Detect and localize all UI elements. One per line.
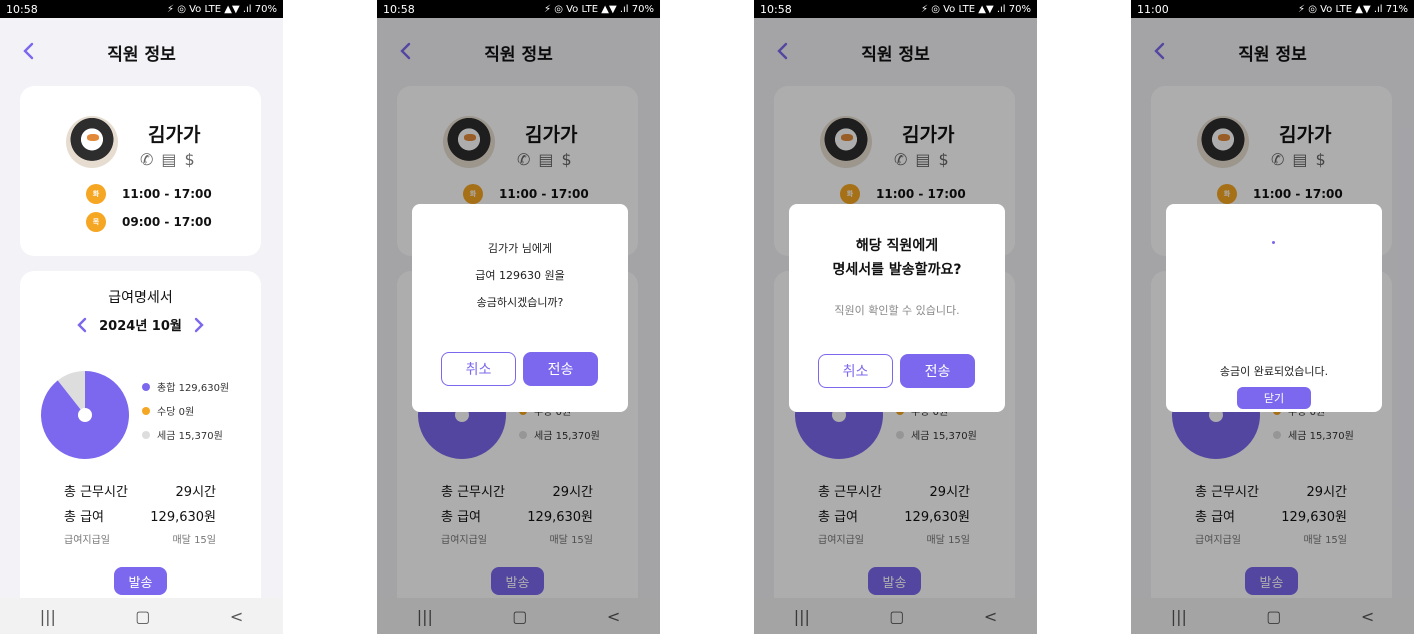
status-bar: 10:58 ⚡ ◎ Vo LTE ▲▼ .ıl 70% <box>754 0 1037 18</box>
total-hours-row: 총 근무시간 29시간 <box>64 481 216 500</box>
dialog-message: 송금이 완료되었습니다. <box>1219 365 1329 378</box>
avatar <box>66 116 118 168</box>
status-time: 10:58 <box>383 2 415 16</box>
employee-name: 김가가 <box>148 124 201 146</box>
status-right: ⚡ ◎ Vo LTE ▲▼ .ıl 70% <box>167 4 277 15</box>
page-title: 직원 정보 <box>107 45 176 65</box>
nav-back-icon[interactable]: < <box>230 607 243 626</box>
row-label: 총 급여 <box>64 510 105 525</box>
transfer-complete-dialog: 송금이 완료되었습니다. 닫기 <box>1166 204 1382 412</box>
dollar-icon[interactable]: $ <box>185 150 195 169</box>
pie-center <box>78 408 92 422</box>
send-payslip-button[interactable]: 발송 <box>114 567 167 595</box>
legend-item: 총합 129,630원 <box>142 379 229 394</box>
status-bar: 10:58 ⚡ ◎ Vo LTE ▲▼ .ıl 70% <box>377 0 660 18</box>
status-time: 10:58 <box>760 2 792 16</box>
status-signals: ⚡ ◎ Vo LTE ▲▼ .ıl <box>921 3 1006 15</box>
legend-dot <box>142 406 150 415</box>
dialog-subtitle: 직원이 확인할 수 있습니다. <box>834 304 960 317</box>
month-selector: 2024년 10월 <box>20 315 261 334</box>
home-icon[interactable]: ▢ <box>135 607 150 626</box>
schedule-row: 화 11:00 - 17:00 <box>86 184 212 204</box>
dialog-title: 해당 직원에게 <box>855 238 939 254</box>
phone-screen: 10:58 ⚡ ◎ Vo LTE ▲▼ .ıl 70% 직원 정보 김가가 ✆ … <box>754 0 1037 634</box>
chart-legend: 총합 129,630원 수당 0원 세금 15,370원 <box>142 379 229 451</box>
legend-dot <box>142 382 150 391</box>
row-label: 급여지급일 <box>64 535 110 546</box>
dialog-line: 급여 129630 원을 <box>475 269 565 282</box>
status-right: ⚡ ◎ Vo LTE ▲▼ .ıl 70% <box>921 4 1031 15</box>
row-value: 129,630원 <box>150 510 216 525</box>
dialog-title: 명세서를 발송할까요? <box>832 262 962 278</box>
phone-icon[interactable]: ✆ <box>140 150 153 169</box>
battery-level: 70% <box>1008 3 1031 15</box>
status-time: 11:00 <box>1137 2 1169 16</box>
cancel-button[interactable]: 취소 <box>441 352 516 386</box>
pay-pie-chart <box>41 371 130 459</box>
prev-month-icon[interactable] <box>75 316 89 334</box>
system-nav-bar: ||| ▢ < <box>0 598 283 634</box>
total-pay-row: 총 급여 129,630원 <box>64 506 216 525</box>
recent-apps-icon[interactable]: ||| <box>40 607 56 626</box>
status-signals: ⚡ ◎ Vo LTE ▲▼ .ıl <box>1298 3 1383 15</box>
row-value: 매달 15일 <box>172 535 216 546</box>
legend-item: 수당 0원 <box>142 403 229 418</box>
loading-indicator <box>1272 241 1275 244</box>
status-right: ⚡ ◎ Vo LTE ▲▼ .ıl 71% <box>1298 4 1408 15</box>
weekday-badge: 화 <box>86 184 106 204</box>
close-button[interactable]: 닫기 <box>1237 387 1311 409</box>
phone-screen: 10:58 ⚡ ◎ Vo LTE ▲▼ .ıl 70% 직원 정보 김가가 ✆ … <box>0 0 283 634</box>
legend-label: 수당 0원 <box>157 407 195 418</box>
battery-level: 70% <box>254 3 277 15</box>
dialog-line: 김가가 님에게 <box>487 242 553 255</box>
cancel-button[interactable]: 취소 <box>818 354 893 388</box>
status-bar: 10:58 ⚡ ◎ Vo LTE ▲▼ .ıl 70% <box>0 0 283 18</box>
weekday-badge: 목 <box>86 212 106 232</box>
row-value: 29시간 <box>175 485 216 500</box>
confirm-send-button[interactable]: 전송 <box>523 352 598 386</box>
message-icon[interactable]: ▤ <box>161 150 176 169</box>
payslip-card: 급여명세서 2024년 10월 총합 129,630원 수당 0원 세금 15,… <box>20 271 261 611</box>
battery-level: 70% <box>631 3 654 15</box>
legend-label: 총합 129,630원 <box>157 383 230 394</box>
phone-screen: 11:00 ⚡ ◎ Vo LTE ▲▼ .ıl 71% 직원 정보 김가가 ✆ … <box>1131 0 1414 634</box>
current-month: 2024년 10월 <box>99 319 182 334</box>
battery-level: 71% <box>1385 3 1408 15</box>
payslip-title: 급여명세서 <box>108 290 173 306</box>
row-label: 총 근무시간 <box>64 485 128 500</box>
schedule-hours: 11:00 - 17:00 <box>122 187 212 201</box>
app-header: 직원 정보 <box>0 36 283 68</box>
status-signals: ⚡ ◎ Vo LTE ▲▼ .ıl <box>544 3 629 15</box>
status-right: ⚡ ◎ Vo LTE ▲▼ .ıl 70% <box>544 4 654 15</box>
statement-send-dialog: 해당 직원에게명세서를 발송할까요? 직원이 확인할 수 있습니다. 취소 전송 <box>789 204 1005 412</box>
status-bar: 11:00 ⚡ ◎ Vo LTE ▲▼ .ıl 71% <box>1131 0 1414 18</box>
legend-label: 세금 15,370원 <box>157 431 223 442</box>
payday-row: 급여지급일 매달 15일 <box>64 531 216 546</box>
schedule-hours: 09:00 - 17:00 <box>122 215 212 229</box>
dialog-line: 송금하시겠습니까? <box>476 296 564 309</box>
contact-icons: ✆ ▤ $ <box>140 150 195 169</box>
schedule-row: 목 09:00 - 17:00 <box>86 212 212 232</box>
transfer-confirm-dialog: 김가가 님에게급여 129630 원을송금하시겠습니까? 취소 전송 <box>412 204 628 412</box>
confirm-send-button[interactable]: 전송 <box>900 354 975 388</box>
legend-dot <box>142 430 150 439</box>
legend-item: 세금 15,370원 <box>142 427 229 442</box>
phone-screen: 10:58 ⚡ ◎ Vo LTE ▲▼ .ıl 70% 직원 정보 김가가 ✆ … <box>377 0 660 634</box>
next-month-icon[interactable] <box>192 316 206 334</box>
status-signals: ⚡ ◎ Vo LTE ▲▼ .ıl <box>167 3 252 15</box>
employee-card: 김가가 ✆ ▤ $ 화 11:00 - 17:00 목 09:00 - 17:0… <box>20 86 261 256</box>
status-time: 10:58 <box>6 2 38 16</box>
